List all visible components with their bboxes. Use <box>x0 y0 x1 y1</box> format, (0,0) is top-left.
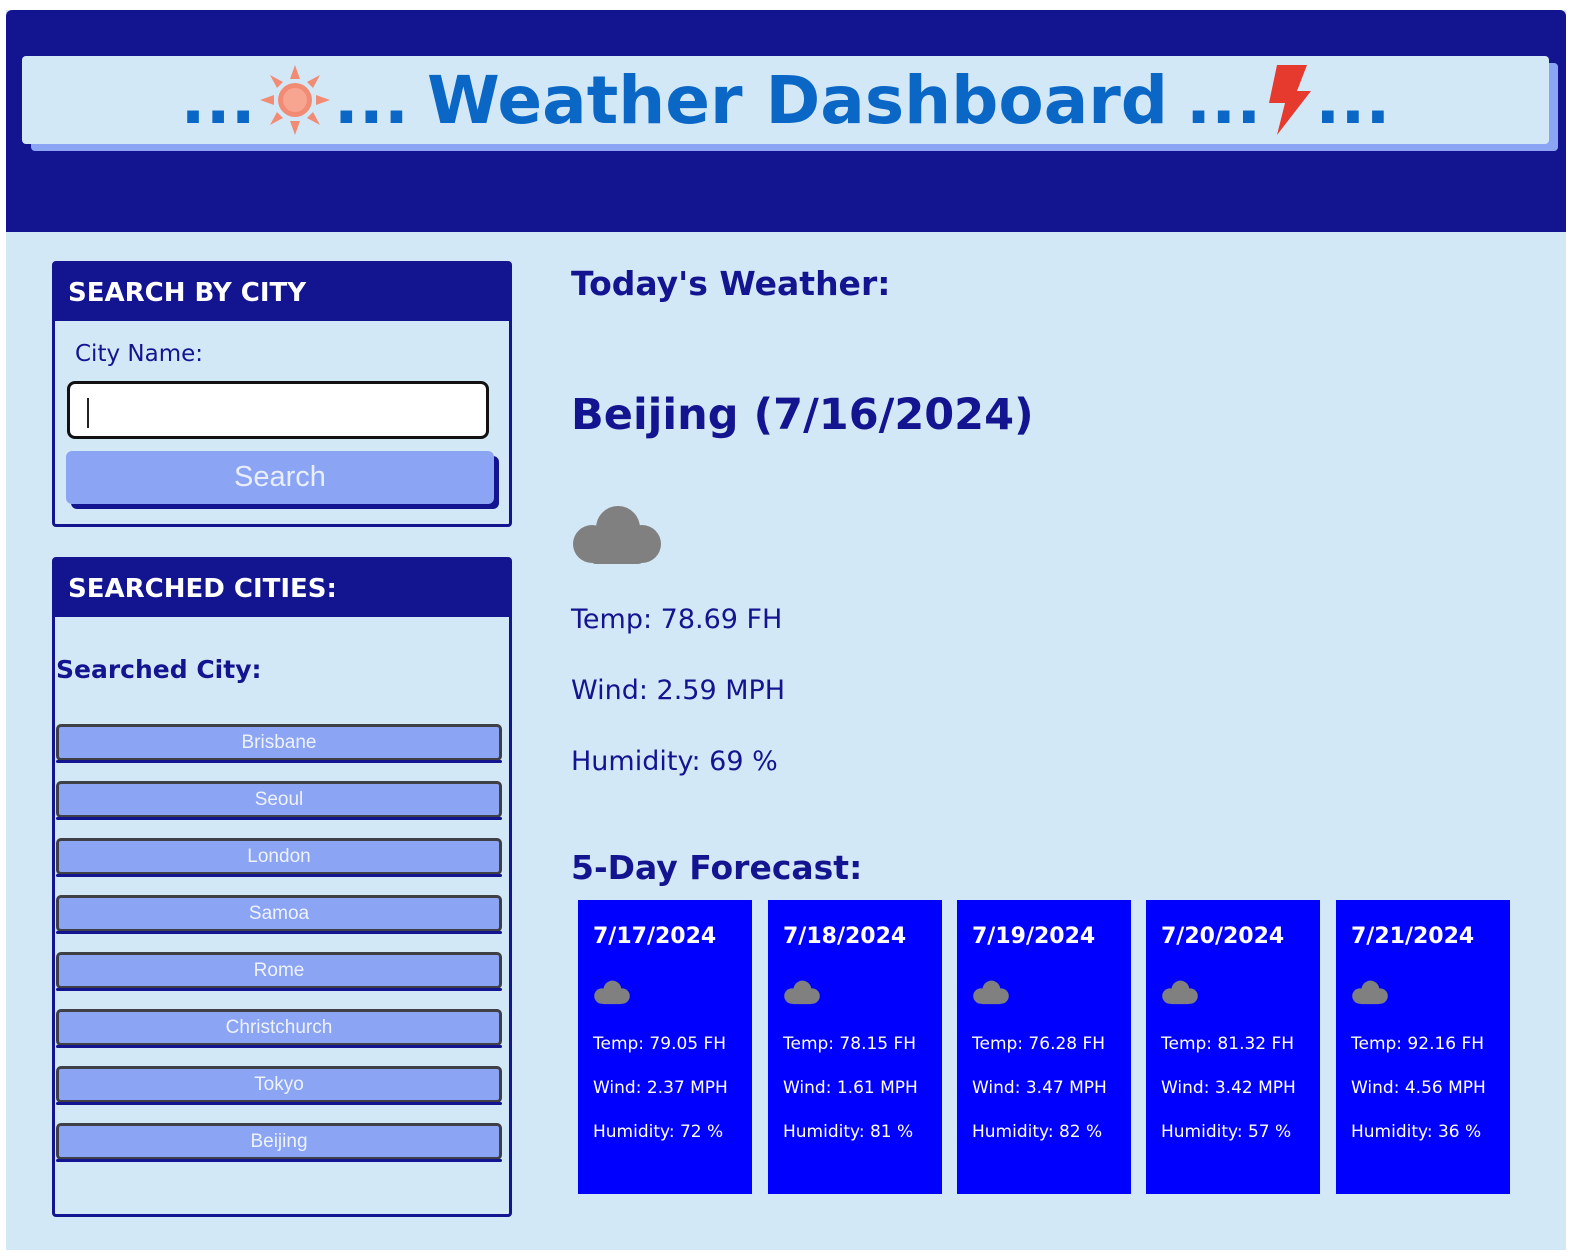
current-temp: Temp: 78.69 FH <box>571 604 783 635</box>
text-caret <box>87 398 89 428</box>
searched-city-subheading: Searched City: <box>56 655 262 684</box>
city-button-london[interactable]: London <box>56 838 502 877</box>
city-button-christchurch[interactable]: Christchurch <box>56 1009 502 1048</box>
forecast-card: 7/19/2024 Temp: 76.28 FH Wind: 3.47 MPH … <box>957 900 1131 1194</box>
forecast-wind: Wind: 3.47 MPH <box>972 1078 1107 1098</box>
forecast-date: 7/18/2024 <box>783 924 907 949</box>
forecast-date: 7/20/2024 <box>1161 924 1285 949</box>
cloud-icon <box>573 506 661 564</box>
forecast-card: 7/18/2024 Temp: 78.15 FH Wind: 1.61 MPH … <box>768 900 942 1194</box>
forecast-temp: Temp: 79.05 FH <box>593 1034 727 1054</box>
forecast-wind: Wind: 3.42 MPH <box>1161 1078 1296 1098</box>
title-mid-2: ... <box>1186 61 1262 139</box>
forecast-wind: Wind: 1.61 MPH <box>783 1078 918 1098</box>
header: ... ... Weather Dashboard ... ... <box>6 10 1566 232</box>
cloud-icon <box>1162 980 1198 1005</box>
cloud-icon <box>1352 980 1388 1005</box>
forecast-heading: 5-Day Forecast: <box>571 848 863 887</box>
forecast-humidity: Humidity: 72 % <box>593 1122 724 1142</box>
forecast-card: 7/21/2024 Temp: 92.16 FH Wind: 4.56 MPH … <box>1336 900 1510 1194</box>
search-button[interactable]: Search <box>66 451 494 504</box>
city-name-label: City Name: <box>75 341 203 367</box>
city-history-list: Brisbane Seoul London Samoa Rome Christc… <box>56 724 506 1180</box>
forecast-humidity: Humidity: 36 % <box>1351 1122 1482 1142</box>
cloud-icon <box>784 980 820 1005</box>
current-humidity: Humidity: 69 % <box>571 746 778 777</box>
forecast-humidity: Humidity: 82 % <box>972 1122 1103 1142</box>
forecast-temp: Temp: 81.32 FH <box>1161 1034 1295 1054</box>
searched-cities-panel: SEARCHED CITIES: Searched City: Brisbane… <box>52 557 512 1217</box>
sun-icon <box>259 65 330 135</box>
city-button-beijing[interactable]: Beijing <box>56 1123 502 1162</box>
forecast-card: 7/20/2024 Temp: 81.32 FH Wind: 3.42 MPH … <box>1146 900 1320 1194</box>
page-title: ... ... Weather Dashboard ... ... <box>22 56 1549 144</box>
current-wind: Wind: 2.59 MPH <box>571 675 786 706</box>
cloud-icon <box>973 980 1009 1005</box>
page: ... ... Weather Dashboard ... ... SEARCH… <box>6 10 1566 1250</box>
forecast-card: 7/17/2024 Temp: 79.05 FH Wind: 2.37 MPH … <box>578 900 752 1194</box>
forecast-wind: Wind: 2.37 MPH <box>593 1078 728 1098</box>
search-panel: SEARCH BY CITY City Name: Search <box>52 261 512 527</box>
forecast-date: 7/21/2024 <box>1351 924 1475 949</box>
city-search-input[interactable] <box>67 381 489 439</box>
city-button-seoul[interactable]: Seoul <box>56 781 502 820</box>
search-panel-heading: SEARCH BY CITY <box>55 264 509 321</box>
forecast-wind: Wind: 4.56 MPH <box>1351 1078 1486 1098</box>
forecast-temp: Temp: 76.28 FH <box>972 1034 1106 1054</box>
title-mid-1: ... <box>333 61 409 139</box>
city-button-rome[interactable]: Rome <box>56 952 502 991</box>
forecast-humidity: Humidity: 81 % <box>783 1122 914 1142</box>
searched-cities-heading: SEARCHED CITIES: <box>55 560 509 617</box>
title-text: Weather Dashboard <box>426 61 1169 139</box>
city-button-samoa[interactable]: Samoa <box>56 895 502 934</box>
current-city-date: Beijing (7/16/2024) <box>571 390 1034 440</box>
forecast-humidity: Humidity: 57 % <box>1161 1122 1292 1142</box>
forecast-temp: Temp: 92.16 FH <box>1351 1034 1485 1054</box>
forecast-temp: Temp: 78.15 FH <box>783 1034 917 1054</box>
city-button-brisbane[interactable]: Brisbane <box>56 724 502 763</box>
lightning-bolt-icon <box>1269 65 1312 135</box>
forecast-date: 7/19/2024 <box>972 924 1096 949</box>
cloud-icon <box>594 980 630 1005</box>
todays-weather-heading: Today's Weather: <box>571 264 891 303</box>
forecast-date: 7/17/2024 <box>593 924 717 949</box>
city-button-tokyo[interactable]: Tokyo <box>56 1066 502 1105</box>
title-prefix: ... <box>180 61 256 139</box>
title-suffix: ... <box>1315 61 1391 139</box>
